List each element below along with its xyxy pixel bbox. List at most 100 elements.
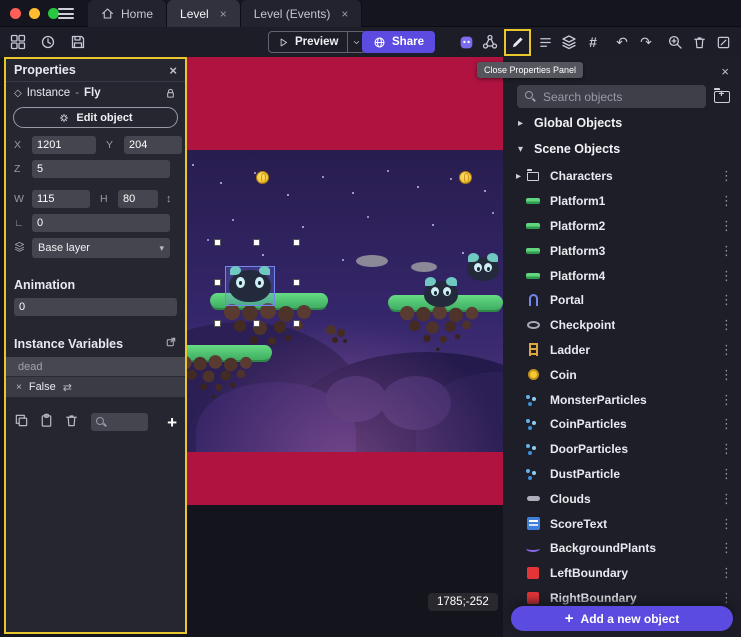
kebab-menu-icon[interactable]: ⋮ <box>720 243 733 259</box>
add-new-object-button[interactable]: + Add a new object <box>511 606 733 631</box>
add-folder-icon[interactable] <box>714 91 730 103</box>
object-row-platform1[interactable]: Platform1 ⋮ <box>503 189 741 214</box>
add-variable-button[interactable]: + <box>167 414 177 431</box>
selection-handle[interactable] <box>253 320 260 327</box>
kebab-menu-icon[interactable]: ⋮ <box>720 193 733 209</box>
close-tab-icon[interactable]: × <box>220 7 227 21</box>
objects-panel-icon[interactable] <box>456 31 476 53</box>
fly-sprite[interactable] <box>467 257 499 281</box>
group-scene-objects[interactable]: ▾ Scene Objects <box>503 136 741 162</box>
kebab-menu-icon[interactable]: ⋮ <box>720 342 733 358</box>
variable-name-row[interactable]: dead <box>6 357 185 377</box>
width-input[interactable] <box>32 190 90 208</box>
project-manager-icon[interactable] <box>8 31 28 53</box>
object-row-coin[interactable]: Coin ⋮ <box>503 362 741 387</box>
x-input[interactable] <box>32 136 96 154</box>
selection-box[interactable] <box>217 242 297 324</box>
kebab-menu-icon[interactable]: ⋮ <box>720 168 733 184</box>
kebab-menu-icon[interactable]: ⋮ <box>720 590 733 606</box>
platform-island[interactable] <box>186 345 272 425</box>
selection-handle[interactable] <box>293 320 300 327</box>
object-row-dustparticle[interactable]: DustParticle ⋮ <box>503 462 741 487</box>
object-row-checkpoint[interactable]: Checkpoint ⋮ <box>503 313 741 338</box>
object-row-coinparticles[interactable]: CoinParticles ⋮ <box>503 412 741 437</box>
kebab-menu-icon[interactable]: ⋮ <box>720 292 733 308</box>
object-folder-characters[interactable]: ▸ Characters ⋮ <box>503 164 741 189</box>
kebab-menu-icon[interactable]: ⋮ <box>720 218 733 234</box>
animation-input[interactable] <box>14 298 177 316</box>
checkpoint-sprite[interactable] <box>356 255 388 267</box>
main-menu-icon[interactable] <box>58 8 74 19</box>
fly-sprite[interactable] <box>424 281 458 307</box>
z-input[interactable] <box>32 160 170 178</box>
kebab-menu-icon[interactable]: ⋮ <box>720 491 733 507</box>
close-objects-panel-icon[interactable]: × <box>721 64 729 79</box>
object-row-doorparticles[interactable]: DoorParticles ⋮ <box>503 437 741 462</box>
instances-list-icon[interactable] <box>535 31 555 53</box>
floating-rocks[interactable] <box>326 325 336 335</box>
height-input[interactable] <box>118 190 158 208</box>
object-row-platform2[interactable]: Platform2 ⋮ <box>503 214 741 239</box>
variable-value-row[interactable]: × False ⇄ <box>6 377 185 397</box>
edit-object-button[interactable]: Edit object <box>13 107 178 128</box>
chevron-right-icon[interactable]: ▸ <box>513 171 524 182</box>
kebab-menu-icon[interactable]: ⋮ <box>720 268 733 284</box>
kebab-menu-icon[interactable]: ⋮ <box>720 540 733 556</box>
kebab-menu-icon[interactable]: ⋮ <box>720 367 733 383</box>
kebab-menu-icon[interactable]: ⋮ <box>720 416 733 432</box>
object-row-backgroundplants[interactable]: BackgroundPlants ⋮ <box>503 536 741 561</box>
object-groups-icon[interactable] <box>480 31 500 53</box>
object-row-monsterparticles[interactable]: MonsterParticles ⋮ <box>503 387 741 412</box>
delete-icon[interactable] <box>689 31 709 53</box>
object-row-portal[interactable]: Portal ⋮ <box>503 288 741 313</box>
lock-ratio-icon[interactable]: ↕ <box>166 193 172 205</box>
paste-icon[interactable] <box>39 413 54 431</box>
close-icon[interactable]: × <box>169 63 177 78</box>
object-row-scoretext[interactable]: ScoreText ⋮ <box>503 511 741 536</box>
checkpoint-sprite[interactable] <box>411 262 437 272</box>
preview-button[interactable]: Preview <box>268 31 366 53</box>
redo-icon[interactable]: ↷ <box>636 31 656 53</box>
objects-search[interactable] <box>517 85 706 108</box>
minimize-window-button[interactable] <box>29 8 40 19</box>
coin-sprite[interactable] <box>256 171 269 184</box>
share-button[interactable]: Share <box>362 31 435 53</box>
scene-canvas[interactable]: 1785;-252 <box>186 57 503 637</box>
selection-handle[interactable] <box>214 320 221 327</box>
close-properties-pencil-icon[interactable] <box>508 31 528 53</box>
angle-input[interactable] <box>32 214 170 232</box>
close-window-button[interactable] <box>10 8 21 19</box>
group-global-objects[interactable]: ▸ Global Objects <box>503 110 741 136</box>
selection-handle[interactable] <box>214 279 221 286</box>
layers-icon[interactable] <box>559 31 579 53</box>
save-icon[interactable] <box>68 31 88 53</box>
object-row-clouds[interactable]: Clouds ⋮ <box>503 486 741 511</box>
kebab-menu-icon[interactable]: ⋮ <box>720 516 733 532</box>
lock-icon[interactable] <box>164 87 177 100</box>
objects-search-input[interactable] <box>543 90 698 104</box>
selection-handle[interactable] <box>293 239 300 246</box>
object-row-ladder[interactable]: Ladder ⋮ <box>503 338 741 363</box>
object-row-leftboundary[interactable]: LeftBoundary ⋮ <box>503 561 741 586</box>
zoom-icon[interactable] <box>665 31 685 53</box>
tab-level[interactable]: Level × <box>167 0 241 27</box>
layer-select[interactable]: Base layer ▾ <box>32 238 170 258</box>
kebab-menu-icon[interactable]: ⋮ <box>720 565 733 581</box>
y-input[interactable] <box>124 136 182 154</box>
fly-sprite-selected[interactable] <box>229 270 271 302</box>
grid-icon[interactable]: # <box>583 31 603 53</box>
selection-handle[interactable] <box>293 279 300 286</box>
chevron-down-icon[interactable]: ▾ <box>515 144 526 155</box>
object-row-platform3[interactable]: Platform3 ⋮ <box>503 238 741 263</box>
tab-level-events[interactable]: Level (Events) × <box>241 0 363 27</box>
toggle-boolean-icon[interactable]: ⇄ <box>63 381 72 394</box>
variables-search-input[interactable] <box>91 413 148 431</box>
selection-handle[interactable] <box>253 239 260 246</box>
trash-icon[interactable] <box>64 413 79 431</box>
close-tab-icon[interactable]: × <box>341 7 348 21</box>
history-icon[interactable] <box>38 31 58 53</box>
kebab-menu-icon[interactable]: ⋮ <box>720 317 733 333</box>
edit-scene-properties-icon[interactable] <box>713 31 733 53</box>
selection-handle[interactable] <box>214 239 221 246</box>
undo-icon[interactable]: ↶ <box>612 31 632 53</box>
